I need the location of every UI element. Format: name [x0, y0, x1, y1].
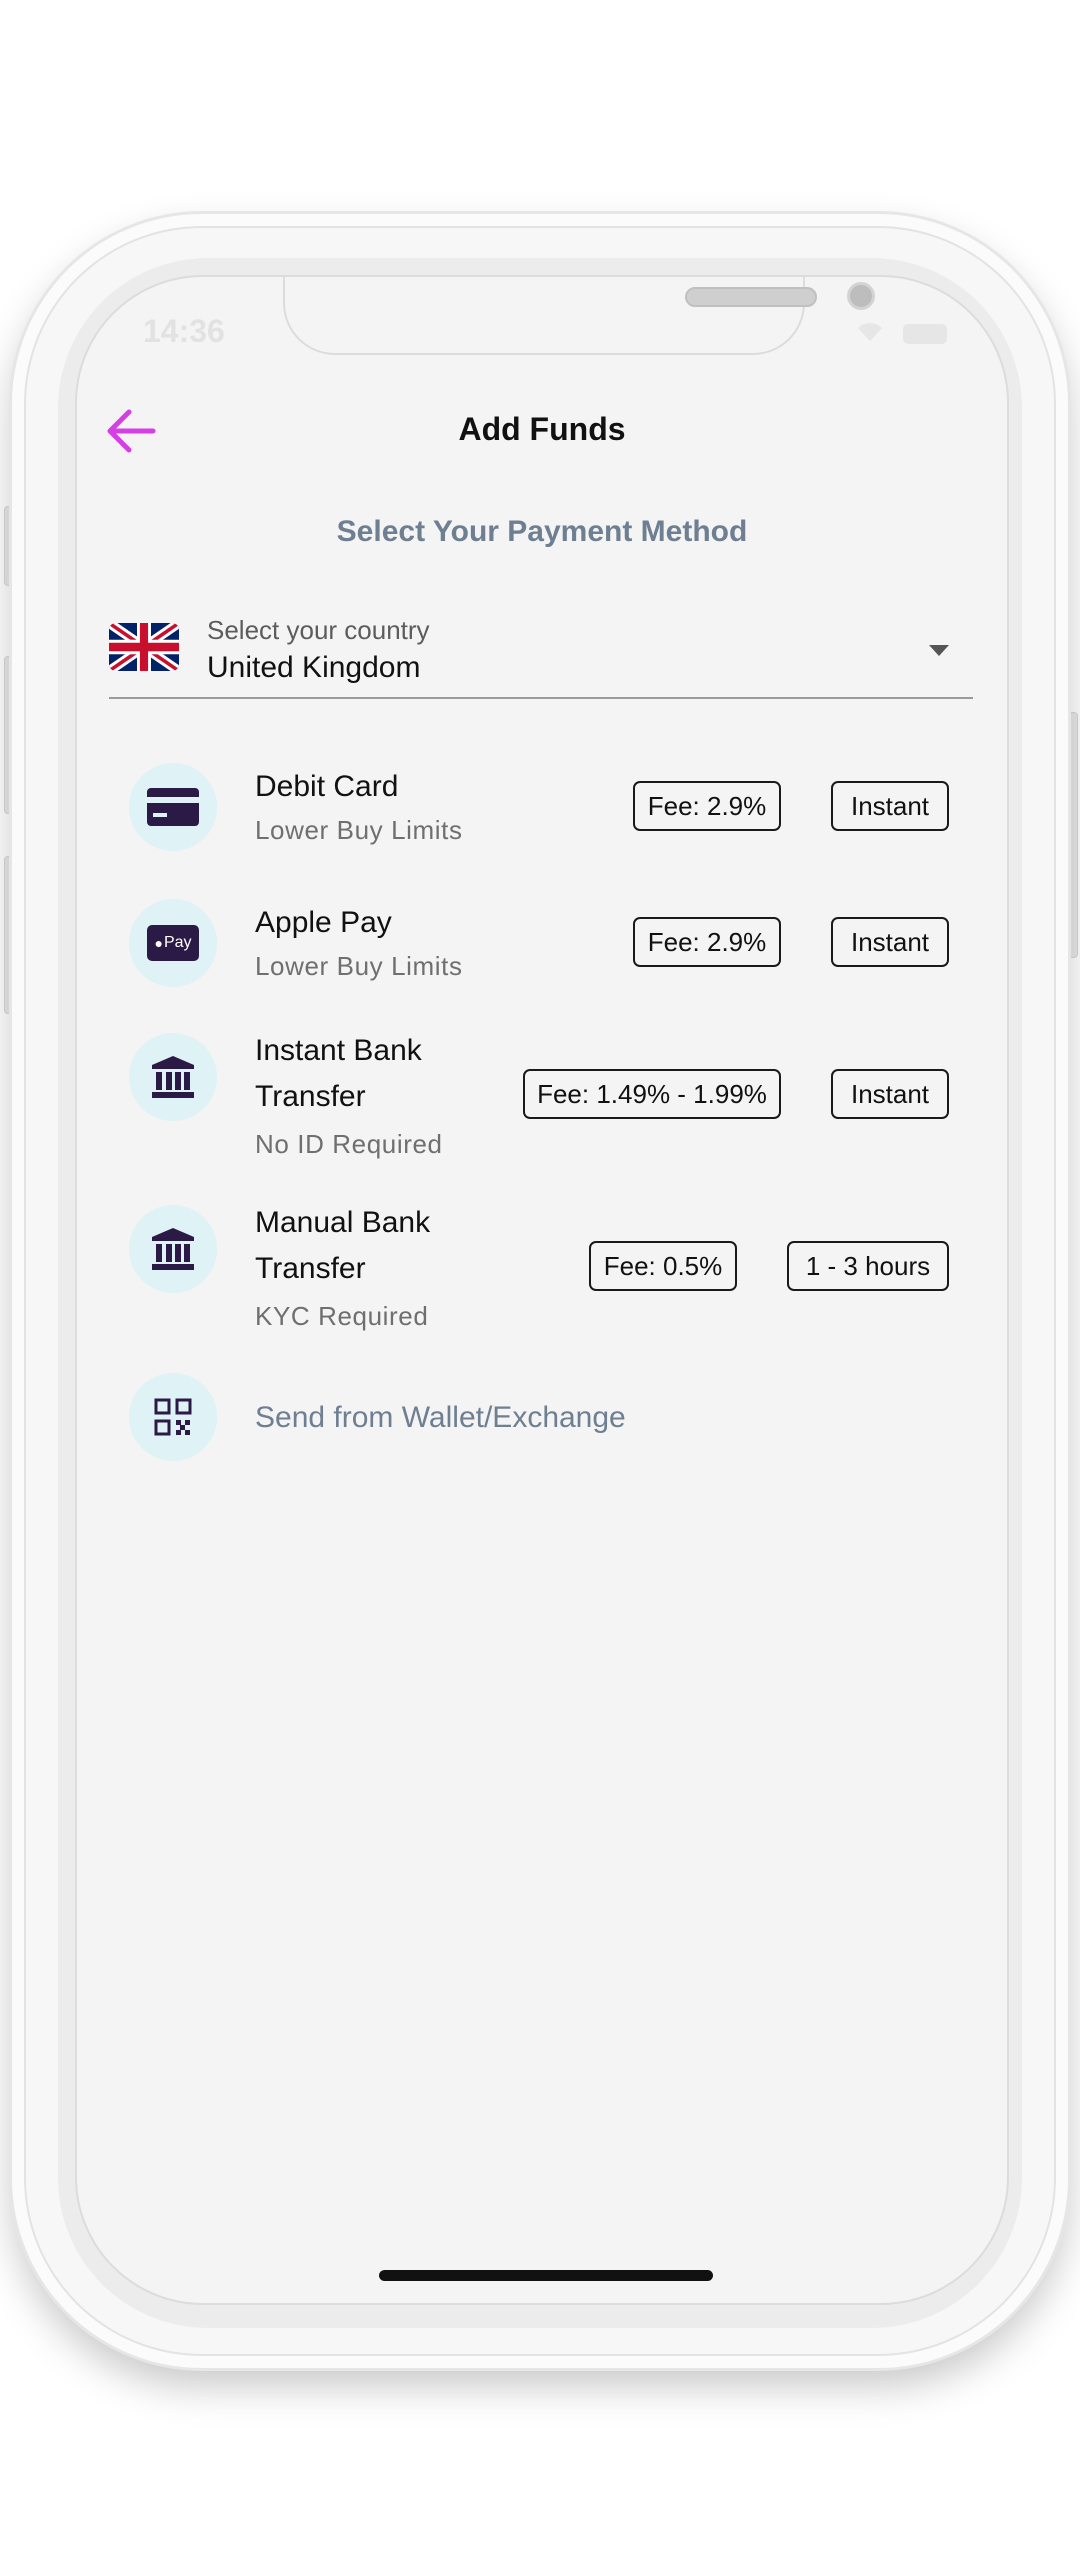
method-icon-badge	[129, 1033, 217, 1121]
dropdown-arrow-icon	[929, 645, 949, 656]
fee-badge: Fee: 2.9%	[633, 917, 781, 967]
payment-method-debit-card[interactable]: Debit Card Lower Buy Limits Fee: 2.9% In…	[77, 757, 1007, 861]
battery-icon	[903, 324, 947, 345]
method-name: Debit Card	[255, 770, 399, 803]
apple-pay-icon: ● Pay	[147, 925, 199, 961]
payment-method-instant-bank-transfer[interactable]: Instant Bank Transfer No ID Required Fee…	[77, 1027, 1007, 1167]
page-title: Add Funds	[458, 411, 626, 447]
credit-card-icon	[147, 788, 199, 826]
fee-badge: Fee: 0.5%	[589, 1241, 737, 1291]
method-name: Apple Pay	[255, 906, 392, 939]
method-icon-badge	[129, 1205, 217, 1293]
section-title: Select Your Payment Method	[336, 515, 748, 548]
home-indicator[interactable]	[379, 2270, 713, 2281]
method-name-line1: Instant Bank	[255, 1034, 422, 1067]
bank-icon	[152, 1228, 194, 1270]
method-subtitle: No ID Required	[255, 1129, 443, 1159]
apple-logo-icon: ●	[154, 935, 163, 951]
method-subtitle: Lower Buy Limits	[255, 815, 463, 845]
uk-flag-icon	[109, 623, 179, 671]
method-icon-badge: ● Pay	[129, 899, 217, 987]
method-icon-badge	[129, 763, 217, 851]
fee-badge: Fee: 1.49% - 1.99%	[523, 1069, 781, 1119]
method-icon-badge	[129, 1373, 217, 1461]
send-from-wallet-option[interactable]: Send from Wallet/Exchange	[77, 1373, 1007, 1469]
apple-pay-text: Pay	[163, 934, 192, 951]
method-subtitle: Lower Buy Limits	[255, 951, 463, 981]
speed-badge: Instant	[831, 917, 949, 967]
notch	[283, 277, 875, 355]
phone-screen: 14:36 Add Funds Select Your Payment Meth…	[75, 275, 1009, 2305]
speed-badge: Instant	[831, 1069, 949, 1119]
fee-badge: Fee: 2.9%	[633, 781, 781, 831]
status-time: 14:36	[143, 313, 225, 349]
qr-code-icon	[154, 1398, 192, 1436]
front-camera	[847, 282, 875, 310]
method-subtitle: KYC Required	[255, 1301, 429, 1331]
wifi-icon	[854, 319, 886, 350]
country-value: United Kingdom	[207, 651, 421, 684]
speaker-grille	[685, 287, 817, 307]
speed-badge: Instant	[831, 781, 949, 831]
country-select[interactable]: Select your country United Kingdom	[109, 603, 973, 699]
method-name-line2: Transfer	[255, 1252, 366, 1285]
payment-method-manual-bank-transfer[interactable]: Manual Bank Transfer KYC Required Fee: 0…	[77, 1199, 1007, 1339]
payment-method-apple-pay[interactable]: ● Pay Apple Pay Lower Buy Limits Fee: 2.9…	[77, 893, 1007, 997]
status-icons	[854, 317, 947, 350]
bank-icon	[152, 1056, 194, 1098]
speed-badge: 1 - 3 hours	[787, 1241, 949, 1291]
method-name-line2: Transfer	[255, 1080, 366, 1113]
method-name-line1: Manual Bank	[255, 1206, 431, 1239]
country-label: Select your country	[207, 615, 430, 645]
wallet-label: Send from Wallet/Exchange	[255, 1401, 626, 1434]
